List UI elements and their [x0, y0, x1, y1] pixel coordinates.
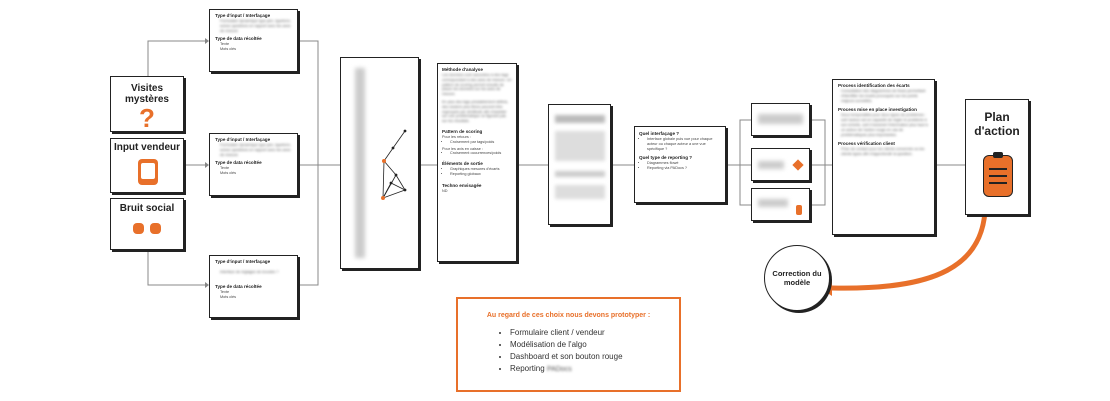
data-heading: Type de data récoltée	[215, 160, 262, 166]
alert-icon	[796, 205, 802, 215]
interface-question-box: Quel interfaçage ? Interface globale pui…	[634, 126, 726, 203]
prototype-callout: Au regard de ces choix nous devons proto…	[456, 297, 681, 392]
source-label: Input vendeur	[113, 142, 181, 153]
network-graph-icon	[381, 129, 407, 200]
source-bruit-social: Bruit social	[110, 198, 184, 250]
callout-item: Formulaire client / vendeur	[510, 327, 679, 339]
output-item: Reporting globaux	[450, 172, 512, 177]
process-heading: Process mise en place investigation	[838, 107, 917, 113]
source-label: Visites mystères	[125, 83, 169, 105]
analysis-box: Méthode d'analyse Les données sont assoc…	[437, 63, 517, 262]
process-text: Consultation des diagrammes de flows per…	[841, 89, 926, 103]
scoring-heading: Pattern de scoring	[442, 128, 483, 134]
instagram-icon	[150, 223, 161, 234]
clipboard-icon	[983, 152, 1013, 197]
dashboard-card-1	[751, 103, 810, 136]
analysis-text: En plus des tags préalablement définis, …	[442, 99, 509, 124]
data-text: Mots clés	[220, 171, 237, 176]
analysis-heading: Méthode d'analyse	[442, 67, 483, 72]
dashboard-card-3	[751, 188, 810, 221]
process-text: Prise de contact pour les clients concer…	[841, 147, 925, 157]
interface-text: Formulaire dynamique type jam, typeform,…	[220, 143, 292, 157]
source-input-vendeur: Input vendeur	[110, 138, 184, 193]
reporting-heading: Quel type de reporting ?	[639, 155, 693, 161]
techno-heading: Techno envisagée	[442, 182, 482, 188]
process-heading: Process vérification client	[838, 141, 895, 147]
analysis-text: Les données sont associées à des tags co…	[442, 73, 512, 97]
data-heading: Type de data récoltée	[215, 36, 262, 42]
plan-label: Plan	[984, 110, 1010, 124]
source-label: Bruit social	[119, 203, 175, 214]
callout-item-blurred: PADocs	[546, 366, 572, 373]
reporting-item: Reporting via PADocs ?	[647, 166, 721, 171]
plan-label: d'action	[974, 124, 1020, 138]
interface-box-3: Type d'input / Interfaçage Interface de …	[209, 255, 298, 318]
data-heading: Type de data récoltée	[215, 283, 262, 289]
data-text: Mots clés	[220, 47, 237, 52]
scoring-item: Croisement par tags/poids	[450, 140, 512, 145]
facebook-icon	[133, 223, 144, 234]
callout-item: Reporting PADocs	[510, 363, 679, 376]
interface-heading: Type d'input / Interfaçage	[215, 259, 271, 264]
interface-heading: Type d'input / Interfaçage	[215, 137, 271, 142]
interface-text: Formulaire dynamique type jam, typeform,…	[220, 19, 292, 33]
process-heading: Process identification des écarts	[838, 83, 910, 88]
blurred-card-content	[758, 199, 788, 207]
tablet-icon	[138, 159, 158, 185]
data-text: Mots clés	[220, 294, 237, 299]
interface-question-heading: Quel interfaçage ?	[639, 131, 680, 136]
interface-question-item: Interface globale puis vue pour chaque a…	[647, 137, 721, 151]
model-box	[340, 57, 419, 269]
process-text: Deux temporalités pour deux types de pro…	[841, 113, 928, 137]
blurred-dashboard-image	[555, 115, 605, 215]
plan-action-box: Plan d'action	[965, 99, 1029, 215]
correction-label: modèle	[783, 278, 811, 287]
dashboard-card-2	[751, 148, 810, 181]
question-mark-icon: ?	[139, 103, 155, 133]
techno-text: ND	[442, 188, 448, 193]
blurred-card-content	[758, 114, 803, 124]
interface-box-1: Type d'input / Interfaçage Formulaire dy…	[209, 9, 298, 72]
interface-heading: Type d'input / Interfaçage	[215, 13, 271, 18]
scoring-item: Croisement occurrences/poids	[450, 151, 512, 156]
source-visites-mysteres: Visites mystères ?	[110, 76, 184, 132]
blurred-card-content	[758, 161, 784, 169]
correction-label: Correction du	[772, 269, 822, 278]
callout-item: Dashboard et son bouton rouge	[510, 351, 679, 363]
callout-item: Modélisation de l'algo	[510, 339, 679, 351]
dashboard-preview	[548, 104, 611, 225]
process-box: Process identification des écarts Consul…	[832, 79, 935, 235]
interface-box-2: Type d'input / Interfaçage Formulaire dy…	[209, 133, 298, 196]
pencil-icon	[792, 159, 804, 171]
interface-text: Interface de réglages de écoutes ?	[220, 270, 279, 274]
callout-item-text: Reporting	[510, 364, 545, 373]
callout-title: Au regard de ces choix nous devons proto…	[486, 312, 651, 319]
output-heading: Éléments de sortie	[442, 161, 483, 167]
correction-circle: Correction du modèle	[764, 245, 830, 311]
